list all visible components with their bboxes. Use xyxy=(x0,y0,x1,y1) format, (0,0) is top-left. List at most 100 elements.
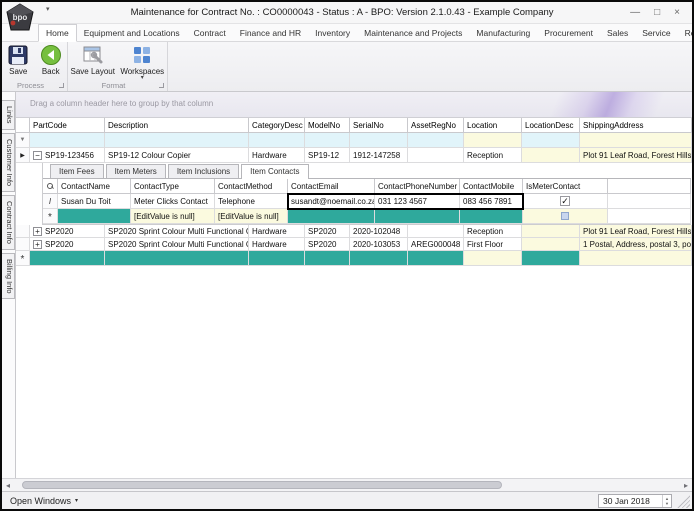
new-cell-locationdesc[interactable] xyxy=(522,251,580,266)
tab-item-contacts[interactable]: Item Contacts xyxy=(241,164,308,179)
cell-contactmethod[interactable]: Telephone xyxy=(215,194,288,209)
cell-contactmobile[interactable]: 083 456 7891 xyxy=(460,194,523,209)
cell-shippingaddress[interactable]: Plot 91 Leaf Road, Forest Hills,... xyxy=(580,148,692,163)
ribbon-tab-reporting[interactable]: Reporting xyxy=(678,25,694,41)
cell-location[interactable]: Reception xyxy=(464,225,522,238)
ribbon-tab-finance-and-hr[interactable]: Finance and HR xyxy=(233,25,308,41)
cell-serialno[interactable]: 1912-147258 xyxy=(350,148,408,163)
filter-cell-description[interactable] xyxy=(105,133,249,148)
ribbon-tab-manufacturing[interactable]: Manufacturing xyxy=(469,25,537,41)
dialog-launcher-icon[interactable] xyxy=(59,83,64,88)
column-header-contactemail[interactable]: ContactEmail xyxy=(288,179,375,194)
cell-locationdesc[interactable] xyxy=(522,238,580,251)
new-cell-location[interactable] xyxy=(464,251,522,266)
cell-description[interactable]: SP2020 Sprint Colour Multi Functional Co… xyxy=(105,238,249,251)
collapse-icon[interactable]: − xyxy=(33,151,42,160)
column-header-contactmobile[interactable]: ContactMobile xyxy=(460,179,523,194)
cell-contactphonenumber[interactable]: 031 123 4567 xyxy=(375,194,460,209)
scrollbar-track[interactable] xyxy=(14,479,680,491)
cell-contactemail[interactable]: susandt@noemail.co.za xyxy=(288,194,375,209)
filter-cell-partcode[interactable] xyxy=(30,133,105,148)
quick-access-dropdown-icon[interactable]: ▾ xyxy=(46,5,50,13)
new-cell-contactmethod[interactable]: [EditValue is null] xyxy=(215,209,288,224)
cell-shippingaddress[interactable]: 1 Postal, Address, postal 3, po... xyxy=(580,238,692,251)
column-header-ismetercontact[interactable]: IsMeterContact xyxy=(523,179,608,194)
tab-item-meters[interactable]: Item Meters xyxy=(106,164,166,178)
cell-description[interactable]: SP19-12 Colour Copier xyxy=(105,148,249,163)
column-header-modelno[interactable]: ModelNo xyxy=(305,118,350,133)
side-tab-billing-info[interactable]: Billing Info xyxy=(2,253,15,300)
column-header-contactphonenumber[interactable]: ContactPhoneNumber xyxy=(375,179,460,194)
filter-cell-serialno[interactable] xyxy=(350,133,408,148)
ismetercontact-new-checkbox[interactable] xyxy=(561,212,569,220)
cell-location[interactable]: Reception xyxy=(464,148,522,163)
filter-cell-assetregno[interactable] xyxy=(408,133,464,148)
date-spinner[interactable]: ▲ ▼ xyxy=(662,495,671,507)
filter-cell-location[interactable] xyxy=(464,133,522,148)
new-cell-contacttype[interactable]: [EditValue is null] xyxy=(131,209,215,224)
new-cell-contactmobile[interactable] xyxy=(460,209,523,224)
open-windows-menu[interactable]: Open Windows ▾ xyxy=(2,496,78,506)
resize-grip[interactable] xyxy=(676,494,690,508)
column-header-contactname[interactable]: ContactName xyxy=(58,179,131,194)
cell-shippingaddress[interactable]: Plot 91 Leaf Road, Forest Hills,... xyxy=(580,225,692,238)
new-cell-contactemail[interactable] xyxy=(288,209,375,224)
back-button[interactable]: Back xyxy=(35,44,68,76)
cell-locationdesc[interactable] xyxy=(522,148,580,163)
new-cell-shippingaddress[interactable] xyxy=(580,251,692,266)
cell-description[interactable]: SP2020 Sprint Colour Multi Functional Co… xyxy=(105,225,249,238)
ribbon-tab-service[interactable]: Service xyxy=(635,25,677,41)
new-cell-description[interactable] xyxy=(105,251,249,266)
cell-assetregno[interactable] xyxy=(408,225,464,238)
cell-contacttype[interactable]: Meter Clicks Contact xyxy=(131,194,215,209)
ribbon-tab-procurement[interactable]: Procurement xyxy=(537,25,600,41)
new-cell-modelno[interactable] xyxy=(305,251,350,266)
column-header-contacttype[interactable]: ContactType xyxy=(131,179,215,194)
cell-assetregno[interactable]: AREG000048 xyxy=(408,238,464,251)
column-header-shippingaddress[interactable]: ShippingAddress xyxy=(580,118,692,133)
cell-modelno[interactable]: SP19-12 xyxy=(305,148,350,163)
expand-icon[interactable]: + xyxy=(33,240,42,249)
cell-serialno[interactable]: 2020-102048 xyxy=(350,225,408,238)
cell-partcode[interactable]: −SP19-123456 xyxy=(30,148,105,163)
side-tab-contract-info[interactable]: Contract Info xyxy=(2,195,15,250)
dialog-launcher-icon[interactable] xyxy=(159,83,164,88)
tab-item-fees[interactable]: Item Fees xyxy=(50,164,104,178)
scroll-left-icon[interactable]: ◂ xyxy=(2,481,14,490)
new-cell-contactphonenumber[interactable] xyxy=(375,209,460,224)
filter-cell-modelno[interactable] xyxy=(305,133,350,148)
side-tab-links[interactable]: Links xyxy=(2,100,15,130)
column-header-serialno[interactable]: SerialNo xyxy=(350,118,408,133)
ismetercontact-checkbox[interactable]: ✓ xyxy=(560,196,570,206)
filter-cell-categorydesc[interactable] xyxy=(249,133,305,148)
filter-cell-shippingaddress[interactable] xyxy=(580,133,692,148)
column-header-locationdesc[interactable]: LocationDesc xyxy=(522,118,580,133)
group-by-panel[interactable]: Drag a column header here to group by th… xyxy=(16,92,692,118)
column-header-description[interactable]: Description xyxy=(105,118,249,133)
tab-item-inclusions[interactable]: Item Inclusions xyxy=(168,164,239,178)
date-editor[interactable]: 30 Jan 2018 ▲ ▼ xyxy=(598,494,672,508)
cell-contactname[interactable]: Susan Du Toit xyxy=(58,194,131,209)
cell-categorydesc[interactable]: Hardware xyxy=(249,148,305,163)
cell-assetregno[interactable] xyxy=(408,148,464,163)
cell-partcode[interactable]: +SP2020 xyxy=(30,225,105,238)
save-button[interactable]: Save xyxy=(2,44,35,76)
save-layout-button[interactable]: Save Layout xyxy=(69,44,117,76)
expand-icon[interactable]: + xyxy=(33,227,42,236)
cell-modelno[interactable]: SP2020 xyxy=(305,238,350,251)
ribbon-tab-sales[interactable]: Sales xyxy=(600,25,635,41)
cell-categorydesc[interactable]: Hardware xyxy=(249,225,305,238)
cell-location[interactable]: First Floor xyxy=(464,238,522,251)
new-cell-contactname[interactable] xyxy=(58,209,131,224)
scrollbar-thumb[interactable] xyxy=(22,481,502,489)
column-header-assetregno[interactable]: AssetRegNo xyxy=(408,118,464,133)
search-icon[interactable] xyxy=(47,183,54,190)
new-cell-assetregno[interactable] xyxy=(408,251,464,266)
cell-locationdesc[interactable] xyxy=(522,225,580,238)
column-header-contactmethod[interactable]: ContactMethod xyxy=(215,179,288,194)
ribbon-tab-home[interactable]: Home xyxy=(38,24,77,42)
workspaces-button[interactable]: Workspaces ▾ xyxy=(118,44,166,80)
minimize-button[interactable]: — xyxy=(630,7,640,18)
ribbon-tab-inventory[interactable]: Inventory xyxy=(308,25,357,41)
cell-serialno[interactable]: 2020-103053 xyxy=(350,238,408,251)
